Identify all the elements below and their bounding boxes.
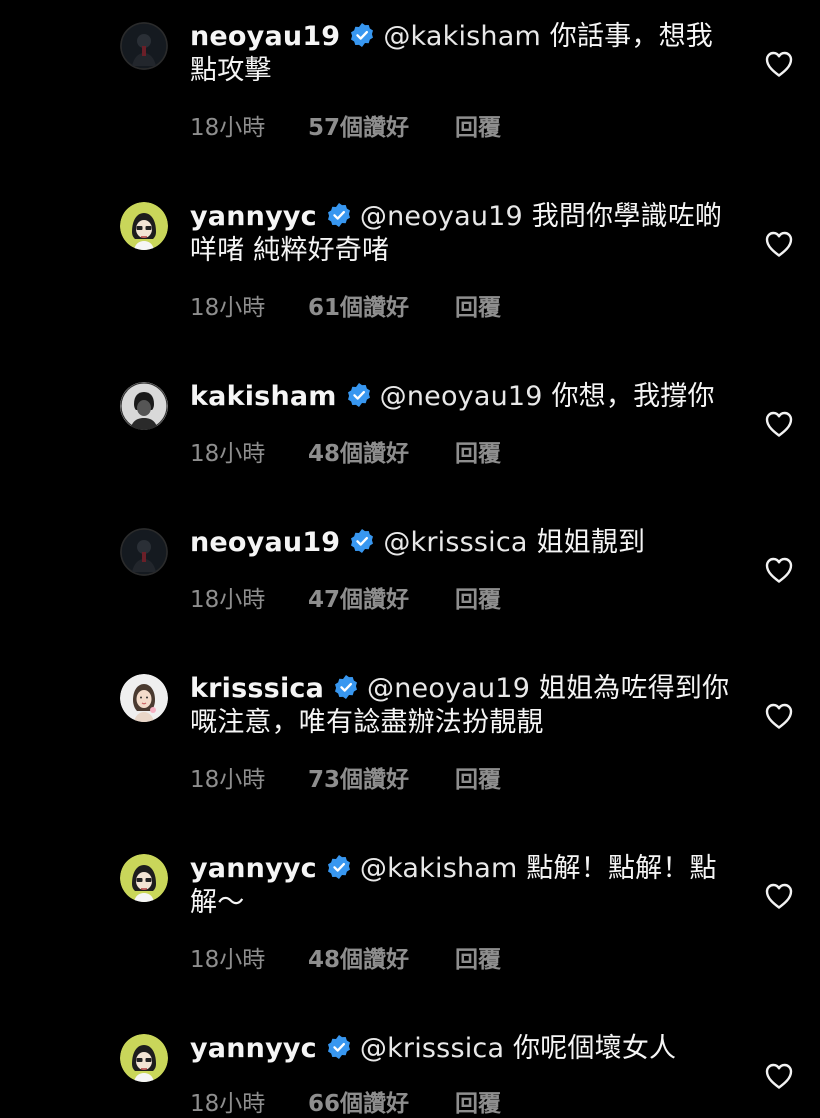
user-avatar[interactable] [120,528,168,576]
comment-likes-count[interactable]: 48個讚好 [308,434,455,468]
comment-time: 18小時 [190,767,266,793]
comment-body: neoyau19 @krisssica 姐姐靚到 [190,526,730,560]
comment-username[interactable]: yannyyc [190,201,317,232]
comment-meta: 18小時 57個讚好 回覆 [190,108,501,142]
comment-mention[interactable]: @kakisham [360,853,518,884]
comment-meta: 18小時 48個讚好 回覆 [190,940,501,974]
reply-button[interactable]: 回覆 [455,580,501,614]
comment-body: neoyau19 @kakisham 你話事，想我點攻擊 [190,20,730,88]
comment-time: 18小時 [190,295,266,321]
comment-mention[interactable]: @krisssica [383,527,527,558]
reply-button[interactable]: 回覆 [455,288,501,322]
comment-username[interactable]: krisssica [190,673,324,704]
comment-time: 18小時 [190,587,266,613]
reply-button[interactable]: 回覆 [455,434,501,468]
comment-meta: 18小時 61個讚好 回覆 [190,288,501,322]
comment-body: yannyyc @krisssica 你呢個壞女人 [190,1032,730,1066]
comment-body: yannyyc @neoyau19 我問你學識咗啲咩啫 純粹好奇啫 [190,200,730,268]
comment-username[interactable]: yannyyc [190,1033,317,1064]
verified-badge-icon [333,674,359,700]
comment-mention[interactable]: @neoyau19 [367,673,530,704]
comment-likes-count[interactable]: 73個讚好 [308,760,455,794]
reply-button[interactable]: 回覆 [455,1084,501,1118]
user-avatar[interactable] [120,854,168,902]
verified-badge-icon [326,202,352,228]
reply-button[interactable]: 回覆 [455,940,501,974]
verified-badge-icon [326,854,352,880]
comment-likes-count[interactable]: 61個讚好 [308,288,455,322]
reply-button[interactable]: 回覆 [455,760,501,794]
heart-outline-icon[interactable] [764,410,794,438]
heart-outline-icon[interactable] [764,882,794,910]
comment-likes-count[interactable]: 47個讚好 [308,580,455,614]
user-avatar[interactable] [120,382,168,430]
comment-meta: 18小時 48個讚好 回覆 [190,434,501,468]
user-avatar[interactable] [120,22,168,70]
heart-outline-icon[interactable] [764,702,794,730]
comment-meta: 18小時 47個讚好 回覆 [190,580,501,614]
heart-outline-icon[interactable] [764,50,794,78]
comment-meta: 18小時 73個讚好 回覆 [190,760,501,794]
heart-outline-icon[interactable] [764,1062,794,1090]
verified-badge-icon [346,382,372,408]
heart-outline-icon[interactable] [764,556,794,584]
comment-body: yannyyc @kakisham 點解！點解！點解～ [190,852,730,920]
comment-body: kakisham @neoyau19 你想，我撐你 [190,380,730,414]
comment-mention[interactable]: @neoyau19 [360,201,523,232]
comment-username[interactable]: neoyau19 [190,527,340,558]
comment-likes-count[interactable]: 57個讚好 [308,108,455,142]
comment-username[interactable]: kakisham [190,381,337,412]
heart-outline-icon[interactable] [764,230,794,258]
verified-badge-icon [349,22,375,48]
comment-time: 18小時 [190,1091,266,1117]
comment-time: 18小時 [190,947,266,973]
verified-badge-icon [349,528,375,554]
reply-button[interactable]: 回覆 [455,108,501,142]
comment-text: 姐姐靚到 [536,527,646,558]
comment-meta: 18小時 66個讚好 回覆 [190,1084,501,1118]
comment-text: 你呢個壞女人 [513,1033,677,1064]
user-avatar[interactable] [120,674,168,722]
comment-username[interactable]: yannyyc [190,853,317,884]
user-avatar[interactable] [120,1034,168,1082]
comment-mention[interactable]: @kakisham [383,21,541,52]
comment-likes-count[interactable]: 48個讚好 [308,940,455,974]
comment-likes-count[interactable]: 66個讚好 [308,1084,455,1118]
comment-mention[interactable]: @krisssica [360,1033,504,1064]
user-avatar[interactable] [120,202,168,250]
comment-body: krisssica @neoyau19 姐姐為咗得到你嘅注意，唯有諗盡辦法扮靚靚 [190,672,730,740]
comment-time: 18小時 [190,115,266,141]
comment-mention[interactable]: @neoyau19 [380,381,543,412]
comment-text: 你想，我撐你 [551,381,715,412]
comment-time: 18小時 [190,441,266,467]
comment-username[interactable]: neoyau19 [190,21,340,52]
verified-badge-icon [326,1034,352,1060]
